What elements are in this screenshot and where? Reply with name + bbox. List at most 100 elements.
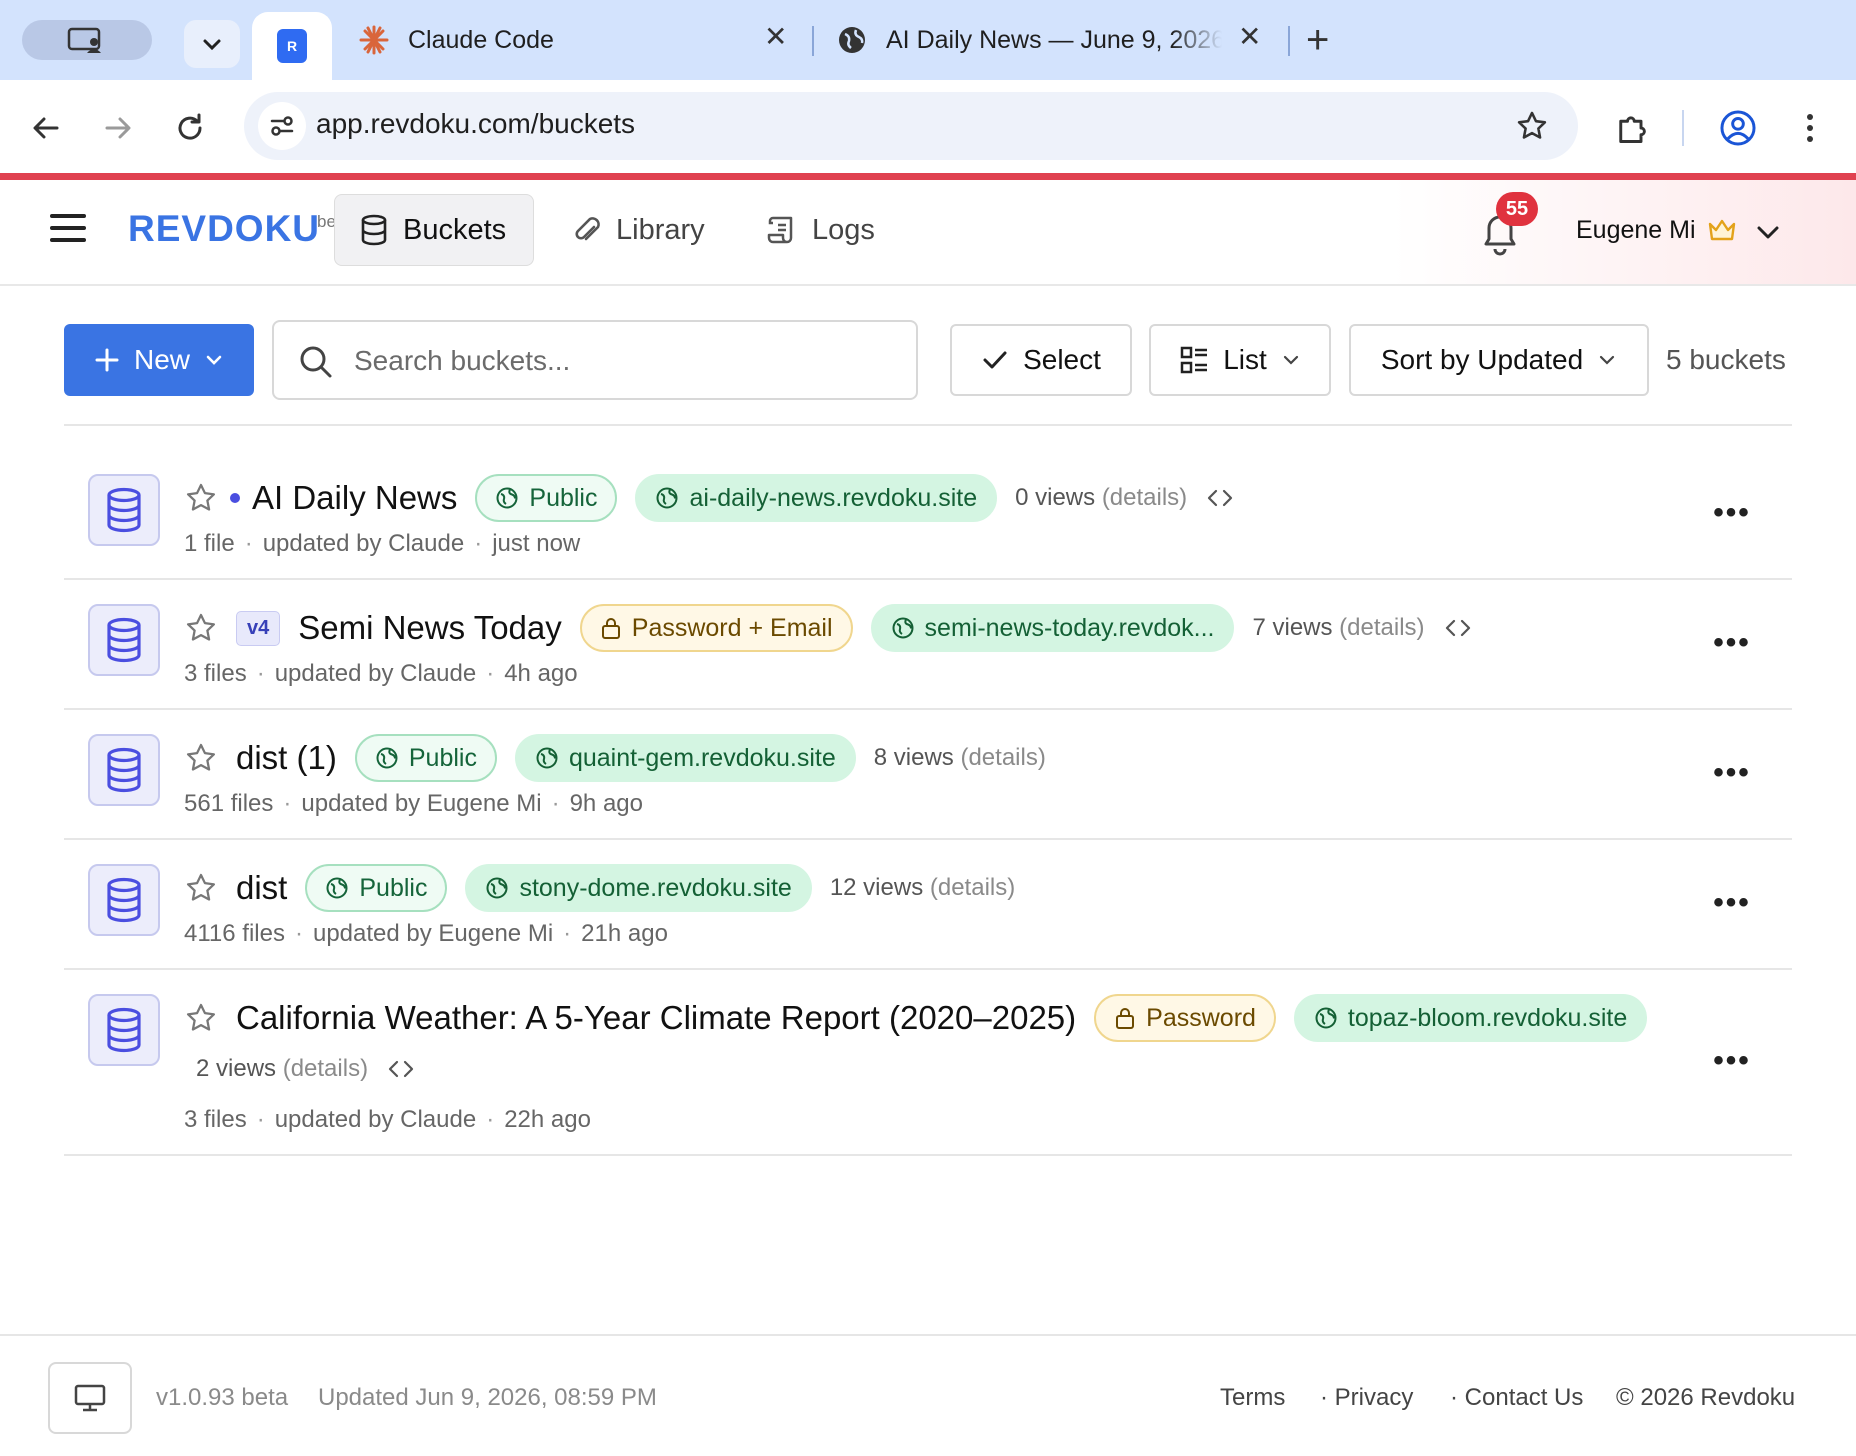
bucket-name[interactable]: dist (1): [236, 739, 337, 777]
bucket-row[interactable]: v4 Semi News Today Password + Email semi…: [64, 580, 1792, 710]
bucket-database-icon: [88, 474, 160, 546]
tab-group-button[interactable]: [22, 20, 152, 60]
browser-tabstrip: R Claude Code ✕ AI Daily News — June 9, …: [0, 0, 1856, 80]
site-info-icon[interactable]: [258, 102, 306, 150]
bucket-database-icon: [88, 994, 160, 1066]
app-version: v1.0.93 beta: [156, 1384, 289, 1411]
nav-library[interactable]: Library: [548, 194, 729, 266]
select-button[interactable]: Select: [950, 324, 1132, 396]
bucket-row[interactable]: dist (1) Public quaint-gem.revdoku.site …: [64, 710, 1792, 840]
views-count: 0 views (details): [1015, 484, 1188, 511]
puzzle-icon: [1619, 116, 1646, 143]
bucket-name[interactable]: Semi News Today: [298, 609, 562, 647]
select-label: Select: [1023, 344, 1101, 375]
hamburger-menu-icon[interactable]: [50, 214, 86, 250]
close-tab-icon[interactable]: ✕: [1238, 20, 1261, 53]
domain-link[interactable]: ai-daily-news.revdoku.site: [635, 474, 998, 522]
search-input[interactable]: [354, 336, 894, 386]
bucket-row[interactable]: dist Public stony-dome.revdoku.site 12 v…: [64, 840, 1792, 970]
close-tab-icon[interactable]: ✕: [764, 20, 787, 53]
more-options-icon[interactable]: •••: [1710, 756, 1754, 789]
globe-icon: [536, 747, 558, 769]
user-name[interactable]: Eugene Mi: [1576, 216, 1696, 245]
monitor-icon: [74, 1384, 106, 1412]
tab-revdoku[interactable]: R: [252, 12, 332, 80]
new-bucket-button[interactable]: New: [64, 324, 254, 396]
nav-buckets[interactable]: Buckets: [334, 194, 534, 266]
bucket-name[interactable]: dist: [236, 869, 287, 907]
favorite-star-icon[interactable]: [184, 1001, 218, 1035]
profile-button[interactable]: [1712, 102, 1764, 154]
domain-link[interactable]: semi-news-today.revdok...: [870, 604, 1235, 652]
kebab-menu-icon: [1807, 114, 1813, 142]
domain-link[interactable]: quaint-gem.revdoku.site: [514, 734, 856, 782]
bucket-name[interactable]: California Weather: A 5-Year Climate Rep…: [236, 999, 1076, 1037]
details-link[interactable]: (details): [1339, 614, 1424, 641]
bucket-meta: 4116 files · updated by Eugene Mi · 21h ago: [184, 920, 668, 947]
address-bar[interactable]: app.revdoku.com/buckets: [244, 92, 1578, 160]
bucket-name[interactable]: AI Daily News: [252, 479, 457, 517]
details-link[interactable]: (details): [930, 874, 1015, 901]
more-options-icon[interactable]: •••: [1710, 496, 1754, 529]
new-button-label: New: [133, 344, 190, 375]
sort-label: Sort by Updated: [1380, 344, 1584, 375]
nav-logs[interactable]: Logs: [742, 194, 899, 266]
display-mode-button[interactable]: [48, 1362, 132, 1434]
favorite-star-icon[interactable]: [184, 741, 218, 775]
views-count: 2 views (details): [196, 1055, 369, 1082]
more-options-icon[interactable]: •••: [1710, 886, 1754, 919]
bucket-meta: 3 files · updated by Claude · 4h ago: [184, 660, 578, 687]
code-embed-icon[interactable]: [1443, 613, 1473, 643]
domain-link[interactable]: topaz-bloom.revdoku.site: [1293, 994, 1648, 1042]
profile-window-icon: [67, 27, 101, 53]
details-link[interactable]: (details): [1102, 484, 1187, 511]
domain-link[interactable]: stony-dome.revdoku.site: [465, 864, 812, 912]
new-tab-button[interactable]: +: [1306, 18, 1329, 62]
bucket-row[interactable]: California Weather: A 5-Year Climate Rep…: [64, 970, 1792, 1156]
sort-dropdown[interactable]: Sort by Updated: [1349, 324, 1649, 396]
code-embed-icon[interactable]: [386, 1054, 416, 1084]
bucket-row[interactable]: AI Daily News Public ai-daily-news.revdo…: [64, 426, 1792, 580]
access-badge: Password + Email: [579, 604, 853, 652]
view-mode-dropdown[interactable]: List: [1149, 324, 1331, 396]
more-options-icon[interactable]: •••: [1710, 626, 1754, 659]
browser-menu-button[interactable]: [1784, 102, 1836, 154]
access-badge: Public: [305, 864, 448, 912]
tab-search-dropdown[interactable]: [184, 20, 240, 68]
code-embed-icon[interactable]: [1205, 483, 1235, 513]
paperclip-icon: [575, 217, 600, 241]
scroll-log-icon: [767, 216, 793, 244]
loading-accent-line: [0, 173, 1856, 180]
user-menu-chevron-icon[interactable]: [1752, 216, 1784, 248]
contact-link[interactable]: · Contact Us: [1450, 1384, 1583, 1412]
more-options-icon[interactable]: •••: [1710, 1044, 1754, 1077]
chevron-down-icon: [203, 39, 221, 51]
privacy-link[interactable]: · Privacy: [1320, 1384, 1413, 1412]
views-count: 8 views (details): [873, 744, 1046, 771]
revdoku-favicon-icon: R: [277, 29, 307, 63]
favorite-star-icon[interactable]: [184, 481, 218, 515]
details-link[interactable]: (details): [960, 744, 1045, 771]
brand-logo[interactable]: REVDOKU: [128, 208, 320, 250]
reload-button[interactable]: [162, 100, 218, 156]
back-button[interactable]: [18, 100, 74, 156]
favorite-star-icon[interactable]: [184, 611, 218, 645]
footer: v1.0.93 beta Updated Jun 9, 2026, 08:59 …: [0, 1334, 1856, 1456]
favorite-star-icon[interactable]: [184, 871, 218, 905]
unread-dot: [230, 493, 240, 503]
arrow-left-icon: [33, 117, 59, 139]
toolbar-divider: [1682, 110, 1684, 146]
tab-claude-code[interactable]: Claude Code: [358, 12, 798, 68]
bookmark-star-icon[interactable]: [1510, 104, 1554, 148]
terms-link[interactable]: Terms: [1220, 1384, 1285, 1412]
globe-icon: [326, 877, 348, 899]
notifications-count-badge: 55: [1496, 192, 1538, 226]
forward-button[interactable]: [90, 100, 146, 156]
view-mode-label: List: [1223, 344, 1267, 375]
nav-label: Library: [616, 213, 705, 246]
details-link[interactable]: (details): [283, 1055, 368, 1082]
extensions-button[interactable]: [1606, 102, 1658, 154]
views-count: 12 views (details): [829, 874, 1016, 901]
tab-ai-daily-news[interactable]: AI Daily News — June 9, 2026: [836, 12, 1222, 68]
access-badge: Password: [1094, 994, 1276, 1042]
